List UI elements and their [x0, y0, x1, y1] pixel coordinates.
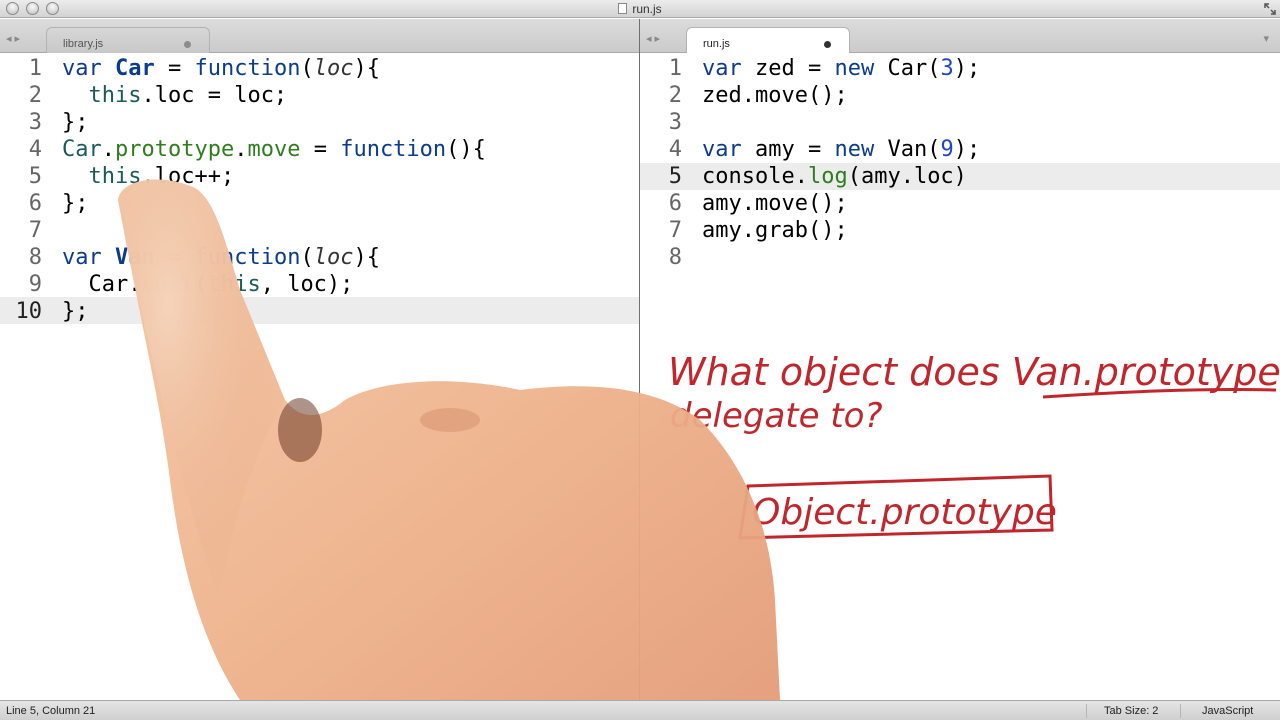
right-tab-strip: ◂▸ run.js ▾ [640, 19, 1280, 53]
tab-size-selector[interactable]: Tab Size: 2 [1104, 705, 1158, 717]
line-number: 5 [28, 164, 42, 189]
line-number: 1 [668, 56, 682, 81]
unsaved-dot-icon[interactable] [184, 41, 191, 48]
code-line: amy.move(); [702, 191, 848, 216]
line-number: 2 [28, 83, 42, 108]
line-number: 6 [28, 191, 42, 216]
unsaved-dot-icon[interactable] [824, 41, 831, 48]
line-number-gutter: 1 2 3 4 5 6 7 8 9 10 [0, 55, 46, 325]
code-line: var Van = function(loc){ [62, 245, 380, 270]
document-icon [618, 3, 628, 14]
tab-run-js[interactable]: run.js [686, 27, 850, 53]
window-title: run.js [0, 2, 1280, 16]
code-line: }; [62, 110, 89, 135]
line-number: 1 [28, 56, 42, 81]
line-number: 4 [668, 137, 682, 162]
line-number: 8 [28, 245, 42, 270]
line-number: 10 [15, 299, 43, 324]
code-line: this.loc++; [88, 164, 235, 189]
cursor-position: Line 5, Column 21 [6, 705, 96, 717]
code-area-run[interactable]: var zed = new Car(3); zed.move(); var am… [702, 55, 980, 271]
tab-scroll-icon[interactable]: ◂▸ [6, 32, 23, 45]
line-number: 5 [668, 164, 682, 189]
code-line: zed.move(); [702, 83, 848, 108]
status-divider [1086, 704, 1087, 718]
line-number: 8 [668, 245, 682, 270]
code-area-library[interactable]: var Car = function(loc){ this.loc = loc;… [62, 55, 486, 325]
pane-divider[interactable] [639, 19, 640, 700]
code-line: var Car = function(loc){ [62, 56, 380, 81]
tab-scroll-icon[interactable]: ◂▸ [646, 32, 663, 45]
code-line: var amy = new Van(9); [702, 137, 981, 162]
status-bar: Line 5, Column 21 Tab Size: 2 JavaScript [0, 700, 1280, 720]
line-number: 4 [28, 137, 42, 162]
line-number: 7 [668, 218, 682, 243]
left-tab-strip: ◂▸ library.js [0, 19, 639, 53]
code-line: Car.prototype.move = function(){ [62, 137, 486, 162]
tab-library-js[interactable]: library.js [46, 27, 210, 53]
code-line: console.log(amy.loc) [702, 164, 967, 189]
code-line: }; [62, 191, 89, 216]
syntax-selector[interactable]: JavaScript [1202, 705, 1253, 717]
line-number: 9 [28, 272, 42, 297]
right-editor-pane[interactable]: 1 2 3 4 5 6 7 8 var zed = new Car(3); ze… [640, 54, 1280, 700]
code-line: var zed = new Car(3); [702, 56, 981, 81]
code-line: Car.call(this, loc); [62, 272, 354, 297]
title-bar: run.js [0, 0, 1280, 18]
line-number-gutter: 1 2 3 4 5 6 7 8 [640, 55, 686, 271]
code-line: this.loc = loc; [88, 83, 288, 108]
line-number: 6 [668, 191, 682, 216]
code-line: amy.grab(); [702, 218, 848, 243]
line-number: 3 [28, 110, 42, 135]
line-number: 7 [28, 218, 42, 243]
fullscreen-icon[interactable] [1264, 3, 1276, 15]
line-number: 3 [668, 110, 682, 135]
pane-menu-icon[interactable]: ▾ [1263, 32, 1272, 45]
line-number: 2 [668, 83, 682, 108]
status-divider [1180, 704, 1181, 718]
left-editor-pane[interactable]: 1 2 3 4 5 6 7 8 9 10 var Car = function(… [0, 54, 639, 700]
code-line: }; [62, 299, 89, 324]
